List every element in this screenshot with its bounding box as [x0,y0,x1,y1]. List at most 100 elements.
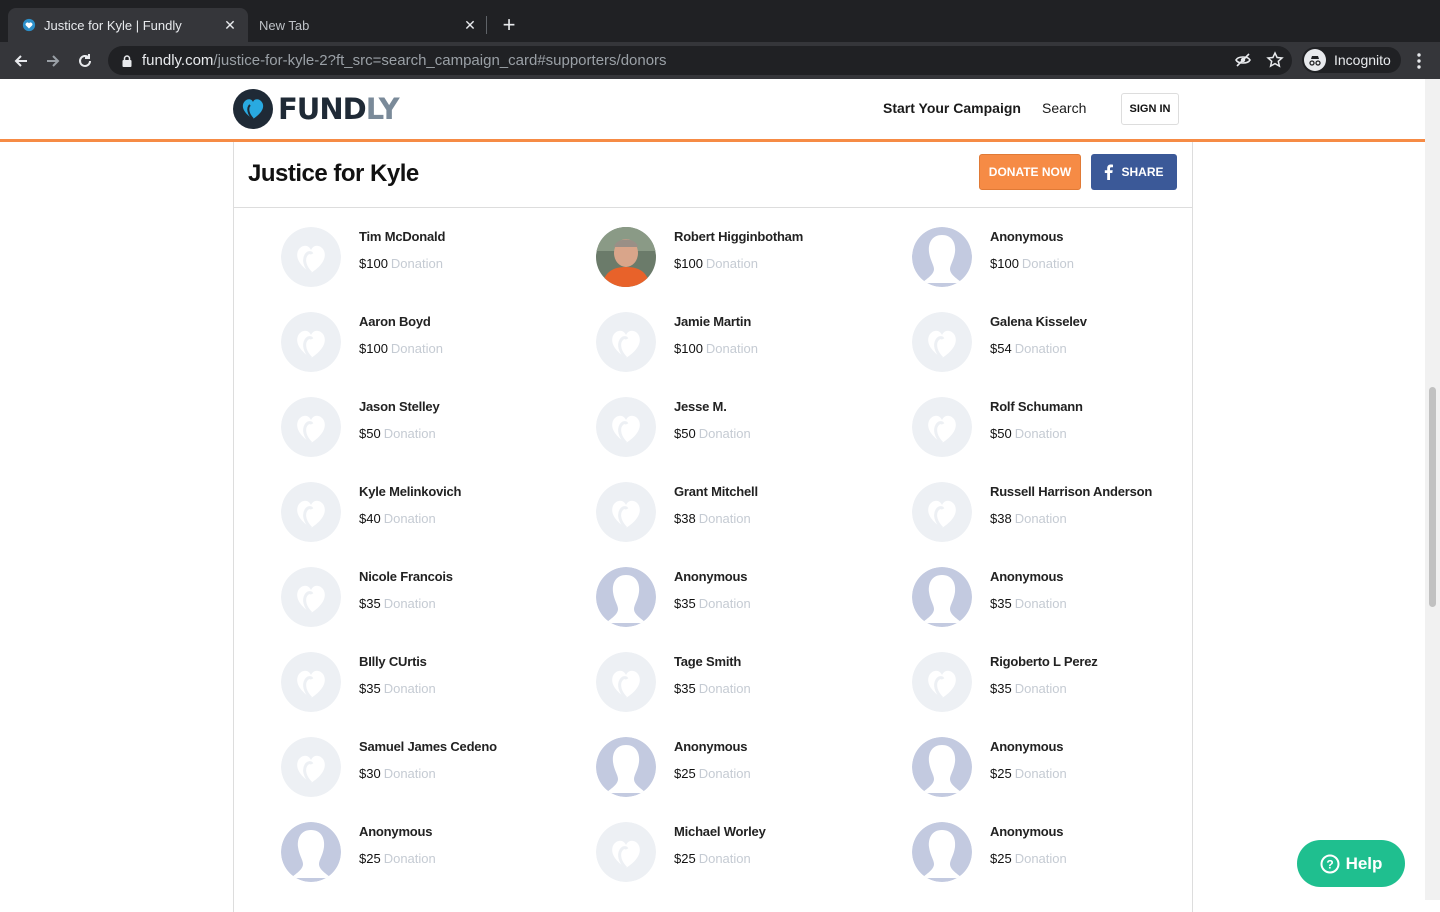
donor-name: Tage Smith [674,654,742,669]
donor-item: Grant Mitchell $38 Donation [596,482,896,548]
anonymous-avatar-icon [912,737,972,797]
new-tab-plus-icon[interactable]: + [496,12,522,38]
site-header: FUNDLY Start Your Campaign Search SIGN I… [0,79,1425,142]
incognito-icon [1304,49,1326,71]
campaign-card: Justice for Kyle DONATE NOW SHARE Tim Mc… [233,142,1193,912]
incognito-profile-button[interactable]: Incognito [1302,47,1401,73]
donation-line: $35 Donation [990,596,1067,611]
fundly-heart-avatar-icon [596,312,656,372]
sign-in-button[interactable]: SIGN IN [1121,93,1179,125]
tab-title: Justice for Kyle | Fundly [44,17,182,33]
start-campaign-link[interactable]: Start Your Campaign [883,100,1021,116]
donation-label: Donation [1014,851,1067,866]
donation-amount: $50 [359,426,381,441]
donor-item: Anonymous $35 Donation [912,567,1212,633]
fundly-logo[interactable]: FUNDLY [232,88,400,130]
help-button[interactable]: ? Help [1297,840,1405,887]
browser-menu-icon[interactable] [1410,48,1428,74]
bookmark-star-icon[interactable] [1266,51,1284,69]
fundly-heart-avatar-icon [912,482,972,542]
browser-tab-active[interactable]: Justice for Kyle | Fundly ✕ [8,8,248,42]
anonymous-avatar-icon [596,737,656,797]
donor-item: Anonymous $100 Donation [912,227,1212,293]
donor-item: Anonymous $25 Donation [281,822,581,888]
donation-amount: $35 [359,681,381,696]
donate-now-button[interactable]: DONATE NOW [979,154,1081,190]
donation-line: $38 Donation [990,511,1067,526]
donation-amount: $25 [359,851,381,866]
donor-item: Jesse M. $50 Donation [596,397,896,463]
svg-text:?: ? [1326,857,1333,871]
scrollbar-thumb[interactable] [1429,387,1436,607]
fundly-heart-avatar-icon [281,652,341,712]
fundly-heart-avatar-icon [912,312,972,372]
fundly-heart-avatar-icon [281,227,341,287]
donor-name: Anonymous [674,739,748,754]
donation-label: Donation [698,681,751,696]
donation-amount: $50 [990,426,1012,441]
reload-icon[interactable] [72,48,98,74]
facebook-share-button[interactable]: SHARE [1091,154,1177,190]
donor-item: Rigoberto L Perez $35 Donation [912,652,1212,718]
share-label: SHARE [1121,165,1164,179]
donation-amount: $100 [359,341,388,356]
donor-name: Tim McDonald [359,229,446,244]
close-tab-icon[interactable]: ✕ [460,15,480,35]
donor-item: Tim McDonald $100 Donation [281,227,581,293]
donation-label: Donation [383,681,436,696]
donation-line: $35 Donation [990,681,1067,696]
donation-label: Donation [1014,426,1067,441]
donor-item: BIlly CUrtis $35 Donation [281,652,581,718]
donation-amount: $25 [674,766,696,781]
back-arrow-icon[interactable] [8,48,34,74]
fundly-heart-avatar-icon [596,652,656,712]
anonymous-avatar-icon [596,567,656,627]
donor-item: Aaron Boyd $100 Donation [281,312,581,378]
donor-name: Rigoberto L Perez [990,654,1098,669]
donor-item: Galena Kisselev $54 Donation [912,312,1212,378]
donation-label: Donation [1021,256,1074,271]
donor-name: Anonymous [990,739,1064,754]
logo-wordmark: FUNDLY [278,92,400,126]
donation-label: Donation [383,511,436,526]
donor-item: Nicole Francois $35 Donation [281,567,581,633]
page-scrollbar[interactable] [1425,79,1440,900]
help-label: Help [1345,853,1383,873]
donation-amount: $100 [990,256,1019,271]
donor-name: Rolf Schumann [990,399,1083,414]
facebook-icon [1105,164,1114,180]
anonymous-avatar-icon [912,567,972,627]
close-tab-icon[interactable]: ✕ [220,15,240,35]
donation-line: $38 Donation [674,511,751,526]
donation-line: $50 Donation [990,426,1067,441]
donation-amount: $30 [359,766,381,781]
donation-label: Donation [698,766,751,781]
search-link[interactable]: Search [1042,100,1086,116]
donor-name: Jesse M. [674,399,727,414]
donation-amount: $25 [674,851,696,866]
tracking-blocked-eye-icon[interactable] [1234,51,1252,69]
donation-line: $50 Donation [359,426,436,441]
fundly-heart-avatar-icon [281,397,341,457]
donor-item: Jason Stelley $50 Donation [281,397,581,463]
fundly-heart-avatar-icon [596,822,656,882]
donation-amount: $50 [674,426,696,441]
browser-tab-new[interactable]: New Tab ✕ [248,8,488,42]
donation-label: Donation [1014,341,1067,356]
donation-line: $25 Donation [674,851,751,866]
fundly-heart-avatar-icon [596,482,656,542]
fundly-heart-avatar-icon [281,567,341,627]
donation-amount: $35 [990,681,1012,696]
donation-line: $35 Donation [359,596,436,611]
address-bar[interactable]: fundly.com/justice-for-kyle-2?ft_src=sea… [108,46,1292,75]
donor-name: Grant Mitchell [674,484,758,499]
donation-line: $100 Donation [359,341,443,356]
donation-amount: $35 [674,596,696,611]
donation-label: Donation [705,341,758,356]
donor-name: Galena Kisselev [990,314,1087,329]
forward-arrow-icon[interactable] [40,48,66,74]
donor-name: Anonymous [674,569,748,584]
donation-line: $100 Donation [674,341,758,356]
donor-name: BIlly CUrtis [359,654,427,669]
donation-amount: $35 [674,681,696,696]
